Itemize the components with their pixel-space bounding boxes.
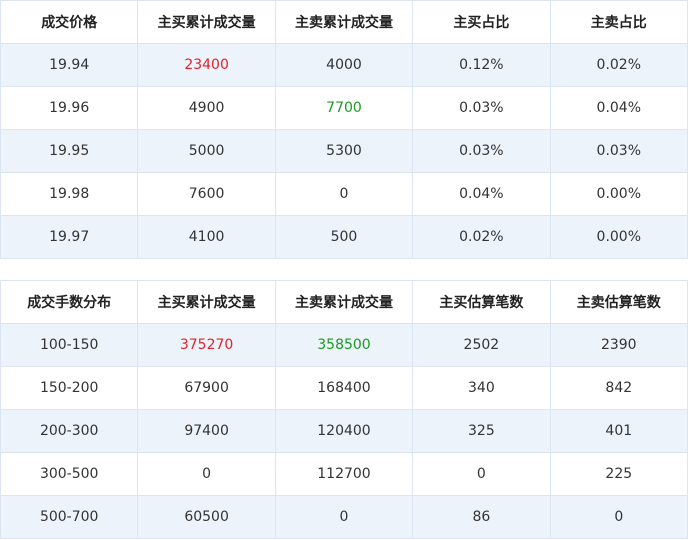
cell-sell-volume: 358500	[274, 323, 414, 367]
cell-buy-volume: 23400	[137, 43, 276, 87]
cell-sell-ratio: 0.04%	[549, 86, 689, 130]
cell-sell-volume: 500	[274, 215, 414, 259]
cell-sell-count: 2390	[549, 323, 689, 367]
cell-buy-ratio: 0.12%	[412, 43, 551, 87]
col-header-price: 成交价格	[0, 0, 139, 44]
cell-buy-count: 325	[412, 409, 551, 453]
cell-buy-ratio: 0.03%	[412, 86, 551, 130]
cell-sell-volume: 5300	[274, 129, 414, 173]
cell-buy-volume: 0	[137, 452, 276, 496]
cell-sell-count: 842	[549, 366, 689, 410]
table-header-row: 成交价格 主买累计成交量 主卖累计成交量 主买占比 主卖占比	[0, 0, 689, 44]
cell-buy-count: 2502	[412, 323, 551, 367]
cell-buy-volume: 97400	[137, 409, 276, 453]
cell-buy-ratio: 0.02%	[412, 215, 551, 259]
col-header-buy-ratio: 主买占比	[412, 0, 551, 44]
cell-sell-count: 401	[549, 409, 689, 453]
cell-sell-volume: 0	[274, 495, 414, 539]
col-header-buy-volume: 主买累计成交量	[137, 280, 276, 324]
cell-buy-volume: 375270	[137, 323, 276, 367]
cell-buy-ratio: 0.03%	[412, 129, 551, 173]
col-header-buy-volume: 主买累计成交量	[137, 0, 276, 44]
cell-lot-range: 150-200	[0, 366, 139, 410]
table-row: 19.95 5000 5300 0.03% 0.03%	[0, 129, 689, 173]
cell-buy-count: 0	[412, 452, 551, 496]
table-row: 100-150 375270 358500 2502 2390	[0, 323, 689, 367]
cell-buy-volume: 4900	[137, 86, 276, 130]
col-header-lot-range: 成交手数分布	[0, 280, 139, 324]
cell-lot-range: 500-700	[0, 495, 139, 539]
cell-sell-volume: 168400	[274, 366, 414, 410]
cell-buy-count: 86	[412, 495, 551, 539]
cell-sell-volume: 112700	[274, 452, 414, 496]
cell-buy-volume: 60500	[137, 495, 276, 539]
table-row: 19.94 23400 4000 0.12% 0.02%	[0, 43, 689, 87]
cell-price: 19.96	[0, 86, 139, 130]
cell-lot-range: 300-500	[0, 452, 139, 496]
cell-price: 19.95	[0, 129, 139, 173]
cell-price: 19.98	[0, 172, 139, 216]
cell-lot-range: 200-300	[0, 409, 139, 453]
table-row: 19.96 4900 7700 0.03% 0.04%	[0, 86, 689, 130]
cell-lot-range: 100-150	[0, 323, 139, 367]
col-header-sell-count: 主卖估算笔数	[549, 280, 689, 324]
cell-sell-count: 0	[549, 495, 689, 539]
cell-buy-volume: 67900	[137, 366, 276, 410]
col-header-buy-count: 主买估算笔数	[412, 280, 551, 324]
cell-sell-count: 225	[549, 452, 689, 496]
cell-buy-volume: 4100	[137, 215, 276, 259]
cell-sell-volume: 7700	[274, 86, 414, 130]
table-row: 500-700 60500 0 86 0	[0, 495, 689, 539]
table-header-row: 成交手数分布 主买累计成交量 主卖累计成交量 主买估算笔数 主卖估算笔数	[0, 280, 689, 324]
col-header-sell-ratio: 主卖占比	[549, 0, 689, 44]
cell-sell-volume: 0	[274, 172, 414, 216]
table-row: 19.97 4100 500 0.02% 0.00%	[0, 215, 689, 259]
col-header-sell-volume: 主卖累计成交量	[274, 280, 414, 324]
price-distribution-table: 成交价格 主买累计成交量 主卖累计成交量 主买占比 主卖占比 19.94 234…	[0, 0, 689, 259]
table-row: 19.98 7600 0 0.04% 0.00%	[0, 172, 689, 216]
lot-size-distribution-table: 成交手数分布 主买累计成交量 主卖累计成交量 主买估算笔数 主卖估算笔数 100…	[0, 280, 689, 539]
col-header-sell-volume: 主卖累计成交量	[274, 0, 414, 44]
cell-sell-ratio: 0.00%	[549, 172, 689, 216]
cell-sell-ratio: 0.02%	[549, 43, 689, 87]
table-row: 300-500 0 112700 0 225	[0, 452, 689, 496]
cell-sell-ratio: 0.00%	[549, 215, 689, 259]
cell-price: 19.97	[0, 215, 139, 259]
cell-price: 19.94	[0, 43, 139, 87]
cell-buy-volume: 5000	[137, 129, 276, 173]
cell-sell-ratio: 0.03%	[549, 129, 689, 173]
table-row: 150-200 67900 168400 340 842	[0, 366, 689, 410]
table-row: 200-300 97400 120400 325 401	[0, 409, 689, 453]
cell-buy-count: 340	[412, 366, 551, 410]
cell-buy-ratio: 0.04%	[412, 172, 551, 216]
cell-sell-volume: 120400	[274, 409, 414, 453]
cell-sell-volume: 4000	[274, 43, 414, 87]
cell-buy-volume: 7600	[137, 172, 276, 216]
